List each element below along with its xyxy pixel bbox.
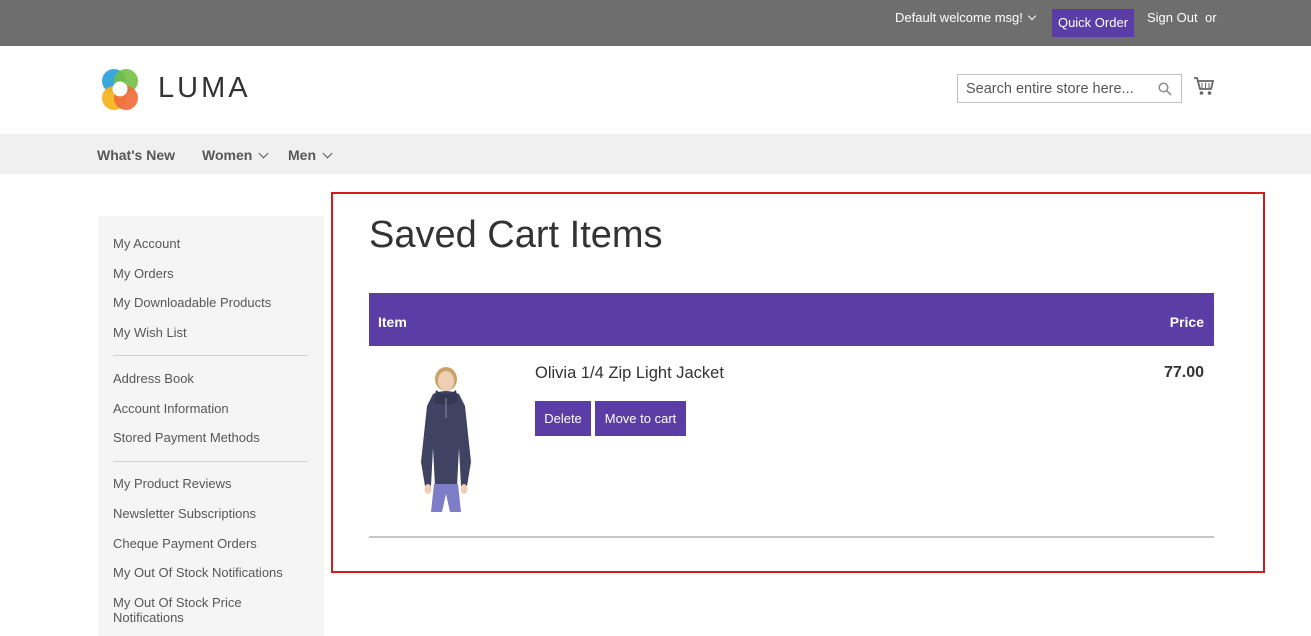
sidebar-item-wish-list[interactable]: My Wish List: [113, 325, 187, 340]
sidebar-item-my-orders[interactable]: My Orders: [113, 266, 174, 281]
search-icon[interactable]: [1158, 82, 1172, 96]
welcome-menu[interactable]: Default welcome msg!: [895, 10, 1037, 25]
product-image[interactable]: [405, 362, 485, 514]
sidebar-item-label: My Out Of Stock Price: [113, 595, 242, 610]
sign-out-link[interactable]: Sign Out: [1147, 10, 1198, 25]
logo-text: LUMA: [158, 72, 251, 104]
top-bar: Default welcome msg! Quick Order Sign Ou…: [0, 0, 1311, 46]
product-name[interactable]: Olivia 1/4 Zip Light Jacket: [535, 364, 724, 383]
sidebar-item-out-of-stock-price-notifications[interactable]: My Out Of Stock Price Notifications: [113, 595, 242, 625]
sidebar-divider: [113, 461, 308, 462]
sidebar-item-account-information[interactable]: Account Information: [113, 401, 229, 416]
quick-order-button[interactable]: Quick Order: [1052, 9, 1134, 37]
sidebar-item-newsletter-subscriptions[interactable]: Newsletter Subscriptions: [113, 506, 256, 521]
nav-item-women-label: Women: [202, 147, 253, 163]
nav-item-women[interactable]: Women: [202, 147, 269, 163]
column-header-item: Item: [378, 314, 407, 330]
sidebar-item-address-book[interactable]: Address Book: [113, 371, 194, 386]
chevron-down-icon: [322, 148, 333, 159]
column-header-price: Price: [1169, 314, 1204, 330]
table-header: Item Price: [369, 293, 1214, 346]
or-text: or: [1205, 10, 1217, 25]
product-price: 77.00: [1163, 364, 1204, 381]
sidebar-item-stored-payment-methods[interactable]: Stored Payment Methods: [113, 430, 260, 445]
nav-item-whats-new[interactable]: What's New: [97, 147, 175, 163]
sidebar-item-out-of-stock-notifications[interactable]: My Out Of Stock Notifications: [113, 565, 283, 580]
row-divider: [369, 536, 1214, 538]
sidebar-item-label: Notifications: [113, 610, 184, 625]
search-input[interactable]: [958, 75, 1148, 102]
sidebar-item-my-account[interactable]: My Account: [113, 236, 180, 251]
sidebar-divider: [113, 355, 308, 356]
main-nav: What's New Women Men: [0, 134, 1311, 174]
cart-icon[interactable]: [1193, 76, 1215, 96]
nav-item-men-label: Men: [288, 147, 316, 163]
welcome-text: Default welcome msg!: [895, 10, 1023, 25]
sidebar-item-downloadable-products[interactable]: My Downloadable Products: [113, 295, 271, 310]
sidebar-item-cheque-payment-orders[interactable]: Cheque Payment Orders: [113, 536, 257, 551]
nav-item-men[interactable]: Men: [288, 147, 333, 163]
chevron-down-icon: [258, 148, 269, 159]
account-sidebar: My Account My Orders My Downloadable Pro…: [98, 216, 324, 636]
chevron-down-icon: [1027, 11, 1037, 21]
page-title: Saved Cart Items: [369, 214, 663, 256]
search-box: [957, 74, 1182, 103]
delete-button[interactable]: Delete: [535, 401, 591, 436]
move-to-cart-button[interactable]: Move to cart: [595, 401, 686, 436]
sidebar-item-product-reviews[interactable]: My Product Reviews: [113, 476, 231, 491]
